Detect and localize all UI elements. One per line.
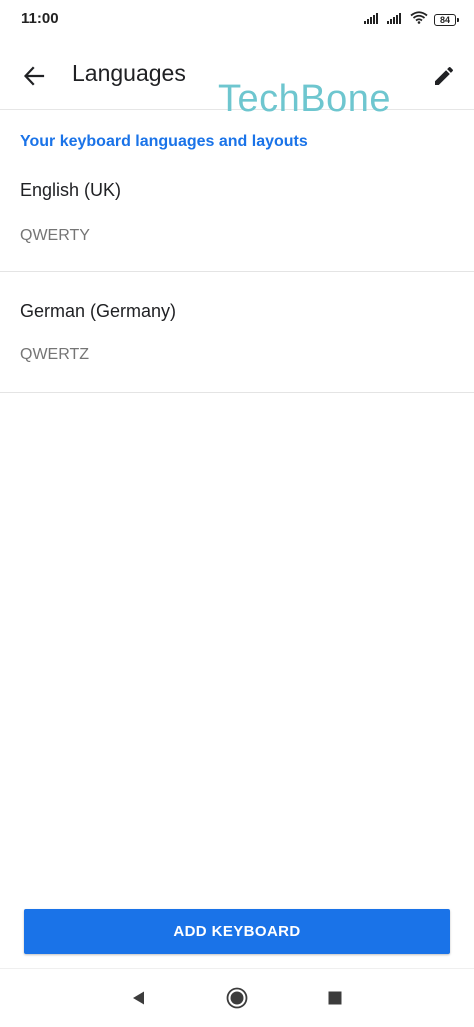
triangle-back-icon bbox=[133, 991, 144, 1005]
pencil-icon bbox=[435, 66, 454, 85]
navigation-bar bbox=[0, 968, 474, 1027]
signal-icon bbox=[387, 11, 404, 29]
status-bar: 11:00 84 bbox=[0, 0, 474, 40]
language-layout: QWERTY bbox=[20, 227, 90, 244]
list-item[interactable]: English (UK) QWERTY bbox=[0, 160, 474, 272]
nav-back-button[interactable] bbox=[125, 985, 151, 1011]
signal-icon bbox=[364, 11, 381, 29]
section-header: Your keyboard languages and layouts bbox=[20, 133, 308, 150]
nav-home-button[interactable] bbox=[224, 985, 250, 1011]
status-time: 11:00 bbox=[21, 10, 59, 27]
wifi-icon bbox=[410, 11, 428, 29]
watermark: TechBone bbox=[218, 78, 392, 120]
square-recents-icon bbox=[328, 991, 342, 1005]
edit-button[interactable] bbox=[428, 60, 460, 92]
back-button[interactable] bbox=[18, 60, 50, 92]
page-title: Languages bbox=[72, 60, 186, 86]
status-icons: 84 bbox=[364, 11, 459, 29]
circle-home-icon bbox=[226, 987, 248, 1009]
nav-recents-button[interactable] bbox=[322, 985, 348, 1011]
battery-icon: 84 bbox=[434, 14, 459, 26]
arrow-left-icon bbox=[23, 66, 45, 86]
list-item[interactable]: German (Germany) QWERTZ bbox=[0, 272, 474, 393]
language-layout: QWERTZ bbox=[20, 346, 90, 363]
language-name: German (Germany) bbox=[20, 301, 177, 321]
language-name: English (UK) bbox=[20, 180, 122, 200]
add-keyboard-button[interactable]: ADD KEYBOARD bbox=[24, 909, 450, 954]
